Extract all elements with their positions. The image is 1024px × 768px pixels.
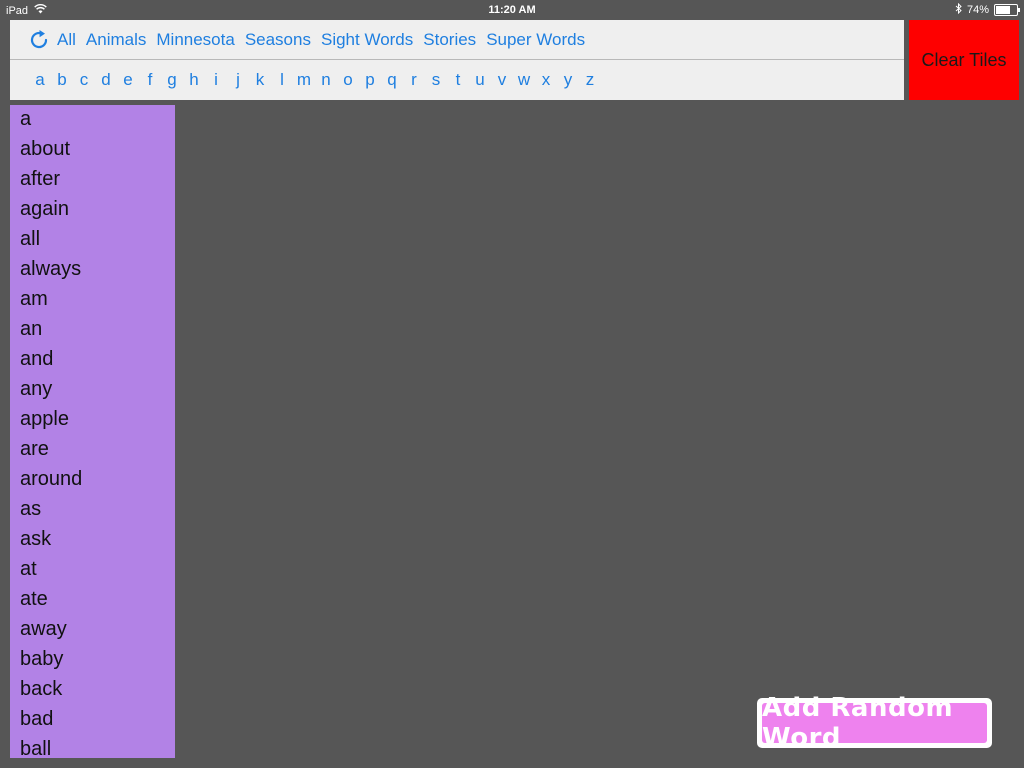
clear-tiles-button[interactable]: Clear Tiles [909,20,1019,100]
word-list-item[interactable]: baby [10,644,175,674]
letter-d[interactable]: d [95,70,117,90]
letter-e[interactable]: e [117,70,139,90]
refresh-icon[interactable] [28,29,50,51]
letter-b[interactable]: b [51,70,73,90]
category-minnesota[interactable]: Minnesota [156,30,234,50]
category-sight-words[interactable]: Sight Words [321,30,413,50]
category-seasons[interactable]: Seasons [245,30,311,50]
letter-w[interactable]: w [513,70,535,90]
word-list-item[interactable]: away [10,614,175,644]
word-list[interactable]: a about after again all always am an and any apple… [10,105,175,758]
word-list-item[interactable]: ask [10,524,175,554]
letter-m[interactable]: m [293,70,315,90]
word-list-item[interactable]: about [10,134,175,164]
add-random-word-label: Add Random Word [762,693,987,753]
word-list-item[interactable]: am [10,284,175,314]
category-super-words[interactable]: Super Words [486,30,585,50]
word-list-item[interactable]: at [10,554,175,584]
word-list-item[interactable]: any [10,374,175,404]
category-animals[interactable]: Animals [86,30,146,50]
letter-o[interactable]: o [337,70,359,90]
letter-z[interactable]: z [579,70,601,90]
word-list-item[interactable]: again [10,194,175,224]
letter-j[interactable]: j [227,70,249,90]
word-list-item[interactable]: bad [10,704,175,734]
category-stories[interactable]: Stories [423,30,476,50]
bluetooth-icon [955,2,962,17]
letter-f[interactable]: f [139,70,161,90]
category-bar: All Animals Minnesota Seasons Sight Words Sto… [10,20,904,60]
category-list: All Animals Minnesota Seasons Sight Words Sto… [50,30,585,50]
word-list-item[interactable]: are [10,434,175,464]
word-list-item[interactable]: an [10,314,175,344]
word-list-item[interactable]: apple [10,404,175,434]
status-bar: iPad 11:20 AM 74% [0,0,1024,20]
status-right: 74% [955,2,1020,17]
word-list-item[interactable]: back [10,674,175,704]
letter-r[interactable]: r [403,70,425,90]
letter-v[interactable]: v [491,70,513,90]
letter-t[interactable]: t [447,70,469,90]
letter-list: abcdefghijklmnopqrstuvwxyz [29,70,601,90]
letter-x[interactable]: x [535,70,557,90]
letter-h[interactable]: h [183,70,205,90]
letter-y[interactable]: y [557,70,579,90]
letter-p[interactable]: p [359,70,381,90]
add-random-word-button[interactable]: Add Random Word [757,693,992,753]
letter-g[interactable]: g [161,70,183,90]
word-list-item[interactable]: all [10,224,175,254]
letter-s[interactable]: s [425,70,447,90]
toolbar: All Animals Minnesota Seasons Sight Words Sto… [10,20,904,100]
letter-u[interactable]: u [469,70,491,90]
battery-level-fill [996,6,1011,14]
status-time: 11:20 AM [488,4,536,16]
word-list-item[interactable]: as [10,494,175,524]
letter-a[interactable]: a [29,70,51,90]
battery-percent: 74% [966,4,989,16]
word-list-item[interactable]: always [10,254,175,284]
letter-i[interactable]: i [205,70,227,90]
letter-l[interactable]: l [271,70,293,90]
letter-c[interactable]: c [73,70,95,90]
letter-q[interactable]: q [381,70,403,90]
letter-n[interactable]: n [315,70,337,90]
category-all[interactable]: All [57,30,76,50]
word-list-item[interactable]: ball [10,734,175,758]
word-list-item[interactable]: ate [10,584,175,614]
word-list-item[interactable]: around [10,464,175,494]
battery-icon [994,4,1020,16]
word-list-item[interactable]: a [10,105,175,134]
word-list-item[interactable]: and [10,344,175,374]
word-list-item[interactable]: after [10,164,175,194]
letter-k[interactable]: k [249,70,271,90]
alphabet-bar: abcdefghijklmnopqrstuvwxyz [10,60,904,100]
